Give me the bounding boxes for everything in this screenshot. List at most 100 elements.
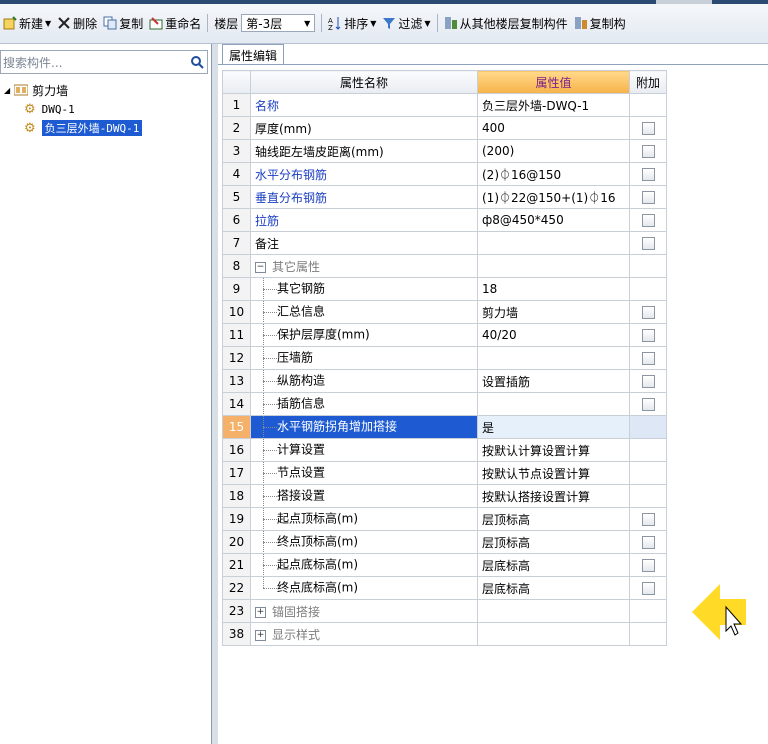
sort-dropdown-icon[interactable]: ▼ — [370, 19, 376, 28]
property-name-cell[interactable]: 水平分布钢筋 — [250, 162, 478, 186]
table-row[interactable]: 19 起点顶标高(m) 层顶标高 — [222, 507, 667, 531]
collapse-arrow-icon[interactable]: ◢ — [4, 86, 10, 95]
extra-checkbox[interactable] — [641, 306, 655, 319]
property-name-cell[interactable]: 起点顶标高(m) — [250, 507, 478, 531]
property-value-cell[interactable]: 层底标高 — [477, 553, 630, 577]
table-row[interactable]: 17 节点设置 按默认节点设置计算 — [222, 461, 667, 485]
table-row[interactable]: 13 纵筋构造 设置插筋 — [222, 369, 667, 393]
table-row[interactable]: 21 起点底标高(m) 层底标高 — [222, 553, 667, 577]
search-input[interactable]: 搜索构件... — [1, 54, 187, 71]
table-row[interactable]: 20 终点顶标高(m) 层顶标高 — [222, 530, 667, 554]
sort-button[interactable]: AZ 排序 ▼ — [325, 12, 379, 34]
property-value-cell[interactable]: ф8@450*450 — [477, 208, 630, 232]
property-value-cell[interactable] — [477, 392, 630, 416]
table-row[interactable]: 22 终点底标高(m) 层底标高 — [222, 576, 667, 600]
property-value-cell[interactable]: 400 — [477, 116, 630, 140]
delete-button[interactable]: 删除 — [54, 12, 100, 34]
property-name-cell[interactable]: 拉筋 — [250, 208, 478, 232]
extra-checkbox[interactable] — [641, 536, 655, 549]
table-row[interactable]: 10 汇总信息 剪力墙 — [222, 300, 667, 324]
table-row[interactable]: 9 其它钢筋 18 — [222, 277, 667, 301]
property-name-cell[interactable]: 轴线距左墙皮距离(mm) — [250, 139, 478, 163]
table-row[interactable]: 1 名称 负三层外墙-DWQ-1 — [222, 93, 667, 117]
property-value-cell[interactable]: 是 — [477, 415, 630, 439]
table-row[interactable]: 11 保护层厚度(mm) 40/20 — [222, 323, 667, 347]
property-value-cell[interactable]: 剪力墙 — [477, 300, 630, 324]
extra-checkbox[interactable] — [641, 122, 655, 135]
table-row[interactable]: 23 + 锚固搭接 — [222, 599, 667, 623]
copy-to-button[interactable]: 复制构 — [571, 12, 629, 34]
property-name-cell[interactable]: + 锚固搭接 — [250, 599, 478, 623]
property-value-cell[interactable] — [477, 231, 630, 255]
table-row[interactable]: 14 插筋信息 — [222, 392, 667, 416]
property-name-cell[interactable]: 终点顶标高(m) — [250, 530, 478, 554]
filter-dropdown-icon[interactable]: ▼ — [424, 19, 430, 28]
table-row[interactable]: 8− 其它属性 — [222, 254, 667, 278]
search-icon[interactable] — [187, 51, 207, 73]
tab-property-edit[interactable]: 属性编辑 — [222, 44, 285, 65]
property-value-cell[interactable]: 按默认计算设置计算 — [477, 438, 630, 462]
property-name-cell[interactable]: 节点设置 — [250, 461, 478, 485]
floor-combo[interactable]: 第-3层 ▼ — [241, 14, 316, 32]
copy-button[interactable]: 复制 — [100, 12, 146, 34]
table-row[interactable]: 16 计算设置 按默认计算设置计算 — [222, 438, 667, 462]
extra-checkbox[interactable] — [641, 375, 655, 388]
new-dropdown-icon[interactable]: ▼ — [45, 19, 51, 28]
table-row[interactable]: 38 + 显示样式 — [222, 622, 667, 646]
property-name-cell[interactable]: 名称 — [250, 93, 478, 117]
extra-checkbox[interactable] — [641, 214, 655, 227]
search-box[interactable]: 搜索构件... — [0, 50, 208, 74]
property-name-cell[interactable]: − 其它属性 — [250, 254, 478, 278]
property-name-cell[interactable]: 插筋信息 — [250, 392, 478, 416]
property-name-cell[interactable]: 保护层厚度(mm) — [250, 323, 478, 347]
table-row[interactable]: 3 轴线距左墙皮距离(mm) (200) — [222, 139, 667, 163]
table-row[interactable]: 6 拉筋 ф8@450*450 — [222, 208, 667, 232]
property-name-cell[interactable]: 起点底标高(m) — [250, 553, 478, 577]
tree-item[interactable]: ⚙ DWQ-1 — [24, 100, 75, 118]
extra-checkbox[interactable] — [641, 398, 655, 411]
property-name-cell[interactable]: 垂直分布钢筋 — [250, 185, 478, 209]
expand-icon[interactable]: + — [255, 606, 266, 618]
property-value-cell[interactable]: (2)⏀16@150 — [477, 162, 630, 186]
property-name-cell[interactable]: 压墙筋 — [250, 346, 478, 370]
property-name-cell[interactable]: 汇总信息 — [250, 300, 478, 324]
table-row[interactable]: 4 水平分布钢筋 (2)⏀16@150 — [222, 162, 667, 186]
property-name-cell[interactable]: 其它钢筋 — [250, 277, 478, 301]
extra-checkbox[interactable] — [641, 559, 655, 572]
collapse-icon[interactable]: − — [255, 261, 266, 273]
property-value-cell[interactable]: 层顶标高 — [477, 530, 630, 554]
property-name-cell[interactable]: 纵筋构造 — [250, 369, 478, 393]
copy-from-floor-button[interactable]: 从其他楼层复制构件 — [441, 12, 571, 34]
table-row[interactable]: 15 水平钢筋拐角增加搭接 是 — [222, 415, 667, 439]
table-row[interactable]: 2 厚度(mm) 400 — [222, 116, 667, 140]
extra-checkbox[interactable] — [641, 145, 655, 158]
property-value-cell[interactable]: 按默认节点设置计算 — [477, 461, 630, 485]
property-value-cell[interactable]: (200) — [477, 139, 630, 163]
property-name-cell[interactable]: + 显示样式 — [250, 622, 478, 646]
extra-checkbox[interactable] — [641, 168, 655, 181]
property-value-cell[interactable] — [477, 346, 630, 370]
property-name-cell[interactable]: 水平钢筋拐角增加搭接 — [250, 415, 478, 439]
tree-item-selected[interactable]: ⚙ 负三层外墙-DWQ-1 — [24, 119, 143, 137]
filter-button[interactable]: 过滤 ▼ — [379, 12, 433, 34]
extra-checkbox[interactable] — [641, 352, 655, 365]
property-value-cell[interactable]: 负三层外墙-DWQ-1 — [477, 93, 630, 117]
expand-icon[interactable]: + — [255, 629, 266, 641]
tree-root[interactable]: ◢ 剪力墙 — [4, 81, 68, 99]
property-name-cell[interactable]: 计算设置 — [250, 438, 478, 462]
property-value-cell[interactable]: 设置插筋 — [477, 369, 630, 393]
rename-button[interactable]: 重命名 — [146, 12, 204, 34]
property-value-cell[interactable]: 18 — [477, 277, 630, 301]
extra-checkbox[interactable] — [641, 191, 655, 204]
property-value-cell[interactable] — [477, 599, 630, 623]
property-value-cell[interactable] — [477, 622, 630, 646]
table-row[interactable]: 5 垂直分布钢筋 (1)⏀22@150+(1)⏀16 — [222, 185, 667, 209]
property-name-cell[interactable]: 终点底标高(m) — [250, 576, 478, 600]
extra-checkbox[interactable] — [641, 329, 655, 342]
table-row[interactable]: 18 搭接设置 按默认搭接设置计算 — [222, 484, 667, 508]
extra-checkbox[interactable] — [641, 582, 655, 595]
property-value-cell[interactable]: 层顶标高 — [477, 507, 630, 531]
property-value-cell[interactable]: 40/20 — [477, 323, 630, 347]
property-value-cell[interactable] — [477, 254, 630, 278]
property-value-cell[interactable]: (1)⏀22@150+(1)⏀16 — [477, 185, 630, 209]
